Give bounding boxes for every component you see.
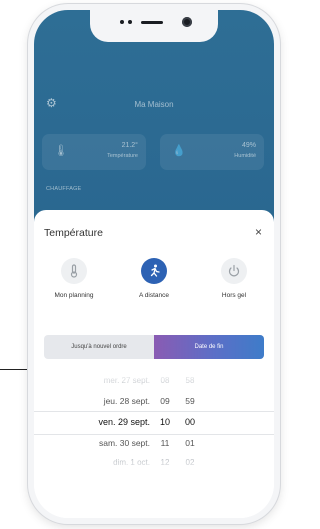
picker-hour: 12 (160, 458, 170, 467)
picker-date: dim. 1 oct. (113, 458, 150, 467)
picker-date: mer. 27 sept. (103, 376, 150, 385)
phone-screen: ⚙ Ma Maison 🌡 21.2° Température 💧 49% Hu… (34, 10, 274, 518)
until-further-notice-option[interactable]: Jusqu'à nouvel ordre (44, 335, 154, 359)
close-icon[interactable]: × (255, 225, 262, 239)
picker-row[interactable]: jeu. 28 sept. 09 59 (34, 392, 274, 410)
temperature-sheet: Température × Mon planning A distance Ho… (34, 210, 274, 518)
thermometer-icon: 🌡 (54, 145, 68, 157)
picker-minute: 00 (184, 417, 195, 427)
picker-minute: 58 (185, 376, 195, 385)
picker-date: ven. 29 sept. (98, 417, 150, 427)
picker-date: sam. 30 sept. (98, 438, 150, 448)
temperature-card[interactable]: 🌡 21.2° Température (42, 134, 146, 170)
temperature-label: Température (107, 153, 138, 159)
power-icon (221, 258, 247, 284)
temperature-value: 21.2° (121, 142, 138, 149)
picker-hour: 11 (160, 438, 170, 448)
end-date-option[interactable]: Date de fin (154, 335, 264, 359)
picker-row-selected[interactable]: ven. 29 sept. 10 00 (34, 413, 274, 431)
droplet-icon: 💧 (172, 145, 186, 157)
picker-hour: 08 (160, 376, 170, 385)
mode-label: Mon planning (54, 292, 94, 299)
picker-row[interactable]: sam. 30 sept. 11 01 (34, 434, 274, 452)
picker-date: jeu. 28 sept. (103, 396, 150, 406)
humidity-card[interactable]: 💧 49% Humidité (160, 134, 264, 170)
picker-minute: 01 (185, 438, 195, 448)
phone-notch (90, 10, 218, 42)
phone-frame: ⚙ Ma Maison 🌡 21.2° Température 💧 49% Hu… (28, 4, 280, 524)
mode-selector: Mon planning A distance Hors gel (34, 258, 274, 314)
section-label: CHAUFFAGE (46, 186, 82, 192)
running-person-icon (141, 258, 167, 284)
camera-icon (182, 17, 192, 27)
mode-frost-free[interactable]: Hors gel (194, 258, 274, 299)
picker-minute: 59 (185, 396, 195, 406)
picker-hour: 10 (159, 417, 170, 427)
stage: ⚙ Ma Maison 🌡 21.2° Température 💧 49% Hu… (0, 0, 287, 529)
home-title: Ma Maison (134, 100, 174, 109)
date-time-picker[interactable]: mer. 27 sept. 08 58 jeu. 28 sept. 09 59 … (34, 372, 274, 502)
notch-dot (120, 20, 124, 24)
notch-dot (128, 20, 132, 24)
dashboard-background: ⚙ Ma Maison 🌡 21.2° Température 💧 49% Hu… (34, 10, 274, 230)
picker-row[interactable]: mer. 27 sept. 08 58 (34, 372, 274, 390)
picker-hour: 09 (160, 396, 170, 406)
humidity-value: 49% (241, 142, 256, 149)
picker-minute: 02 (185, 458, 195, 467)
humidity-label: Humidité (234, 153, 256, 159)
picker-row[interactable]: dim. 1 oct. 12 02 (34, 454, 274, 472)
end-condition-toggle: Jusqu'à nouvel ordre Date de fin (44, 335, 264, 359)
mode-remote[interactable]: A distance (114, 258, 194, 299)
speaker-icon (141, 21, 163, 24)
sheet-title: Température (44, 227, 103, 239)
mode-label: A distance (139, 292, 169, 299)
mode-label: Hors gel (221, 292, 247, 299)
thermometer-icon (61, 258, 87, 284)
mode-my-planning[interactable]: Mon planning (34, 258, 114, 299)
